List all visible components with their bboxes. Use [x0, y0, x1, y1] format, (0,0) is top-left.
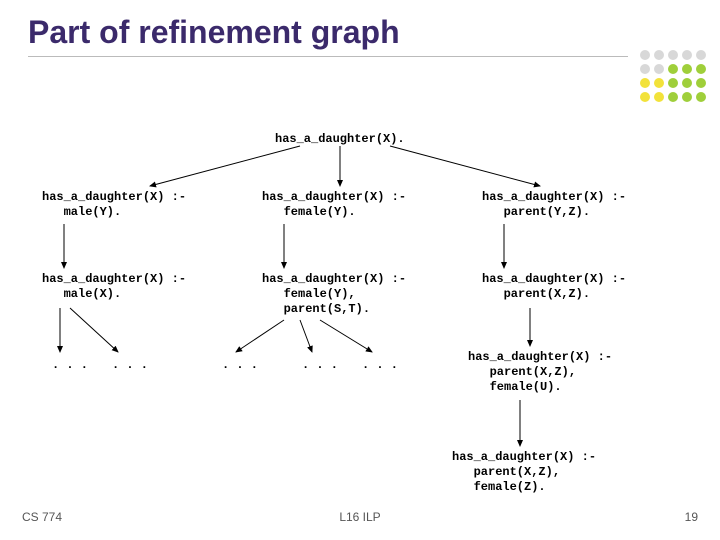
- ellipsis-3: . . .: [222, 358, 258, 372]
- node-r2-c0: has_a_daughter(X) :- male(X).: [42, 272, 186, 302]
- decorative-dot: [668, 50, 678, 60]
- ellipsis-5: . . .: [362, 358, 398, 372]
- node-r2-c1: has_a_daughter(X) :- female(Y), parent(S…: [262, 272, 406, 317]
- footer-left: CS 774: [22, 510, 62, 524]
- decorative-dot: [654, 78, 664, 88]
- ellipsis-2: . . .: [112, 358, 148, 372]
- node-r1-c0: has_a_daughter(X) :- male(Y).: [42, 190, 186, 220]
- node-r1-c2: has_a_daughter(X) :- parent(Y,Z).: [482, 190, 626, 220]
- slide-title: Part of refinement graph: [28, 14, 400, 51]
- decorative-dot: [682, 64, 692, 74]
- decorative-dot: [696, 78, 706, 88]
- decorative-dot: [668, 78, 678, 88]
- title-rule: [28, 56, 628, 57]
- decorative-dot: [696, 64, 706, 74]
- decorative-dot: [682, 50, 692, 60]
- decorative-dot: [640, 64, 650, 74]
- ellipsis-1: . . .: [52, 358, 88, 372]
- ellipsis-4: . . .: [302, 358, 338, 372]
- decorative-dot: [668, 64, 678, 74]
- footer-center: L16 ILP: [339, 510, 380, 524]
- decorative-dot: [640, 78, 650, 88]
- node-r3-c2b: has_a_daughter(X) :- parent(X,Z), female…: [452, 450, 596, 495]
- decorative-dot: [682, 78, 692, 88]
- decorative-dot: [654, 92, 664, 102]
- decorative-dot: [668, 92, 678, 102]
- node-r3-c2a: has_a_daughter(X) :- parent(X,Z), female…: [468, 350, 612, 395]
- decorative-dot: [654, 64, 664, 74]
- decorative-dot: [696, 92, 706, 102]
- decorative-dot: [654, 50, 664, 60]
- decorative-dot: [640, 50, 650, 60]
- node-root: has_a_daughter(X).: [275, 132, 405, 147]
- decorative-dot: [696, 50, 706, 60]
- node-r2-c2: has_a_daughter(X) :- parent(X,Z).: [482, 272, 626, 302]
- decorative-dot-grid: [640, 50, 708, 104]
- decorative-dot: [682, 92, 692, 102]
- arrows-layer: [0, 0, 720, 540]
- decorative-dot: [640, 92, 650, 102]
- footer-right: 19: [685, 510, 698, 524]
- node-r1-c1: has_a_daughter(X) :- female(Y).: [262, 190, 406, 220]
